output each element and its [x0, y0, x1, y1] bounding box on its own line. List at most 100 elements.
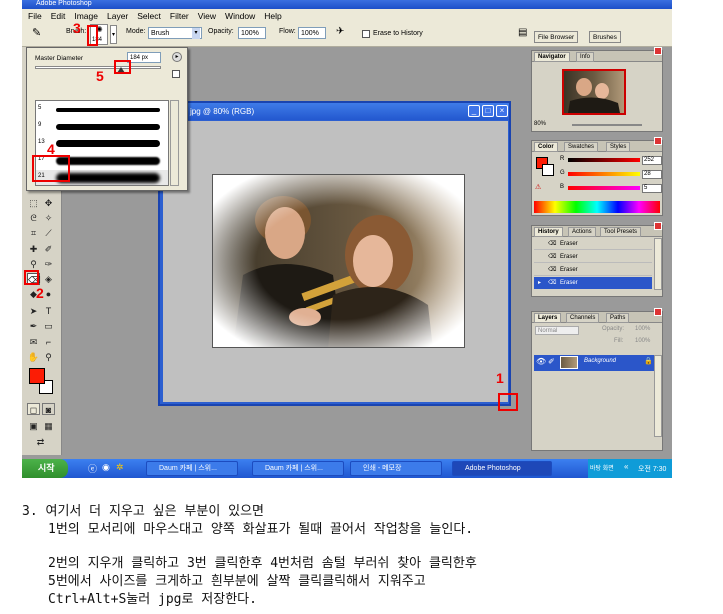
history-brush-tool-icon[interactable]: ✑: [42, 258, 55, 270]
navigator-zoom-value[interactable]: 80%: [534, 121, 546, 127]
path-selection-tool-icon[interactable]: ➤: [27, 305, 40, 317]
erase-to-history-checkbox[interactable]: [362, 30, 370, 38]
jump-to-imageready-icon[interactable]: ⇄: [34, 436, 47, 448]
menu-select[interactable]: Select: [137, 11, 161, 21]
type-tool-icon[interactable]: T: [42, 305, 55, 317]
master-diameter-input[interactable]: 184 px: [127, 52, 161, 63]
menu-help[interactable]: Help: [264, 11, 281, 21]
eraser-tool-preset-icon[interactable]: ✎: [32, 26, 41, 39]
close-icon[interactable]: ×: [496, 105, 508, 117]
tab-navigator[interactable]: Navigator: [534, 52, 570, 62]
notes-tool-icon[interactable]: ✉: [27, 336, 40, 348]
slice-tool-icon[interactable]: ⟋: [42, 227, 55, 239]
layer-fill-value[interactable]: 100%: [635, 338, 650, 344]
marquee-tool-icon[interactable]: ⬚: [27, 197, 40, 209]
tab-file-browser[interactable]: File Browser: [534, 31, 579, 43]
brush-tip-item[interactable]: 5: [36, 102, 168, 119]
tab-color[interactable]: Color: [534, 142, 558, 152]
tab-styles[interactable]: Styles: [606, 142, 631, 152]
palette-well-icon[interactable]: ▤: [518, 27, 527, 38]
brush-tip-item[interactable]: 9: [36, 119, 168, 136]
menu-file[interactable]: File: [28, 11, 42, 21]
task-button[interactable]: 인쇄 - 메모장: [350, 461, 442, 476]
eye-icon[interactable]: 👁: [536, 357, 546, 366]
screen-mode-full-icon[interactable]: ▦: [42, 420, 55, 432]
task-button[interactable]: Daum 카페 | 스위...: [252, 461, 344, 476]
tray-arrow-icon[interactable]: «: [624, 462, 628, 471]
shape-tool-icon[interactable]: ▭: [42, 320, 55, 332]
tab-paths[interactable]: Paths: [606, 313, 630, 323]
history-scrollbar[interactable]: [654, 238, 662, 290]
mode-select[interactable]: Brush ▾: [148, 27, 202, 39]
r-input[interactable]: 252: [642, 156, 662, 165]
color-background-swatch[interactable]: [542, 164, 554, 176]
menu-window[interactable]: Window: [225, 11, 255, 21]
foreground-color-swatch[interactable]: [29, 368, 45, 384]
tab-brushes[interactable]: Brushes: [589, 31, 621, 43]
hand-tool-icon[interactable]: ✋: [27, 351, 40, 363]
history-item[interactable]: ⌫ Eraser: [534, 251, 652, 263]
opacity-input[interactable]: 100%: [238, 27, 266, 39]
healing-brush-tool-icon[interactable]: ✚: [27, 243, 40, 255]
history-item[interactable]: ⌫ Eraser: [534, 264, 652, 276]
history-item-selected[interactable]: ▸ ⌫ Eraser: [534, 277, 652, 289]
canvas-area[interactable]: [163, 121, 508, 402]
minimize-icon[interactable]: _: [468, 105, 480, 117]
crop-tool-icon[interactable]: ⌗: [27, 227, 40, 239]
create-brush-icon[interactable]: [172, 70, 180, 78]
panel-close-icon[interactable]: [654, 222, 662, 230]
brush-list-scrollbar[interactable]: [170, 100, 179, 186]
tab-tool-presets[interactable]: Tool Presets: [600, 227, 642, 237]
tab-info[interactable]: Info: [576, 52, 595, 62]
quick-mask-icon[interactable]: ◙: [42, 403, 55, 415]
gamut-warning-icon[interactable]: ⚠: [535, 183, 541, 191]
quicklaunch-ie-icon[interactable]: ⓔ: [88, 462, 97, 475]
tab-channels[interactable]: Channels: [566, 313, 600, 323]
quicklaunch-desktop-icon[interactable]: ◉: [102, 462, 110, 473]
color-ramp[interactable]: [534, 201, 660, 213]
tab-history[interactable]: History: [534, 227, 563, 237]
layer-row-background[interactable]: 👁 ✐ Background 🔒: [534, 355, 654, 371]
menu-layer[interactable]: Layer: [107, 11, 128, 21]
pen-tool-icon[interactable]: ✒: [27, 320, 40, 332]
brush-picker-arrow-icon[interactable]: ▾: [110, 25, 117, 44]
move-tool-icon[interactable]: ✥: [42, 197, 55, 209]
menu-filter[interactable]: Filter: [170, 11, 189, 21]
standard-mode-icon[interactable]: ◻: [27, 403, 40, 415]
zoom-tool-icon[interactable]: ⚲: [42, 351, 55, 363]
magic-wand-tool-icon[interactable]: ✧: [42, 212, 55, 224]
brush-tool-icon[interactable]: ✐: [42, 243, 55, 255]
screen-mode-standard-icon[interactable]: ▣: [27, 420, 40, 432]
g-input[interactable]: 28: [642, 170, 662, 179]
panel-close-icon[interactable]: [654, 137, 662, 145]
b-slider[interactable]: [568, 186, 640, 190]
airbrush-icon[interactable]: ✈: [336, 26, 344, 37]
layer-blend-mode-select[interactable]: Normal: [535, 326, 579, 335]
task-button[interactable]: Daum 카페 | 스위...: [146, 461, 238, 476]
quicklaunch-app-icon[interactable]: ✲: [116, 462, 124, 473]
b-input[interactable]: 5: [642, 184, 662, 193]
desktop-label[interactable]: 바탕 화면: [590, 463, 614, 472]
r-slider[interactable]: [568, 158, 640, 162]
history-item[interactable]: ⌫ Eraser: [534, 238, 652, 250]
lasso-tool-icon[interactable]: ᘓ: [27, 212, 40, 224]
eyedropper-tool-icon[interactable]: ⌐: [42, 336, 55, 348]
tab-swatches[interactable]: Swatches: [564, 142, 599, 152]
menu-view[interactable]: View: [198, 11, 216, 21]
g-slider[interactable]: [568, 172, 640, 176]
clone-stamp-tool-icon[interactable]: ⚲: [27, 258, 40, 270]
task-button-active[interactable]: Adobe Photoshop: [452, 461, 552, 476]
maximize-icon[interactable]: □: [482, 105, 494, 117]
brush-tip-item[interactable]: 13: [36, 136, 168, 153]
navigator-zoom-slider[interactable]: [572, 124, 642, 126]
panel-close-icon[interactable]: [654, 308, 662, 316]
layers-scrollbar[interactable]: [654, 355, 662, 437]
layer-opacity-value[interactable]: 100%: [635, 326, 650, 332]
document-title-bar[interactable]: jpg @ 80% (RGB): [160, 103, 509, 120]
tab-actions[interactable]: Actions: [568, 227, 596, 237]
flow-input[interactable]: 100%: [298, 27, 326, 39]
popup-menu-arrow-icon[interactable]: ▸: [172, 52, 182, 62]
paint-bucket-tool-icon[interactable]: ◈: [42, 273, 55, 285]
panel-close-icon[interactable]: [654, 47, 662, 55]
start-button[interactable]: 시작: [22, 459, 68, 478]
